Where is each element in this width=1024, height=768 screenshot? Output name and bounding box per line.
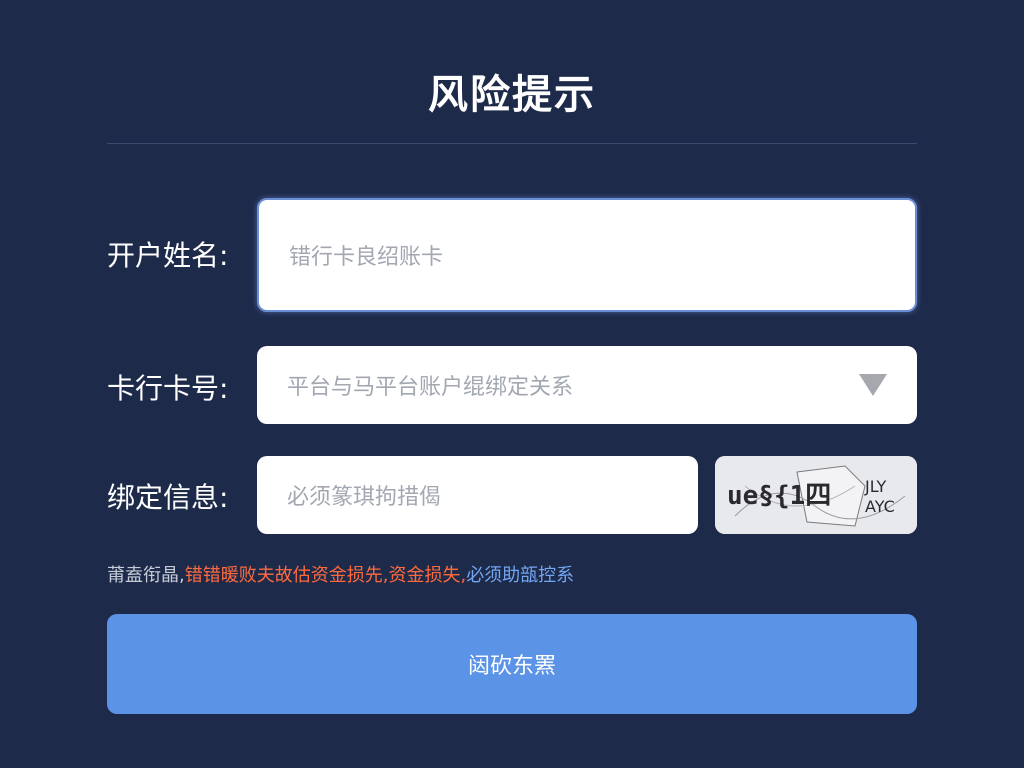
name-placeholder: 错行卡良绍账卡 (289, 245, 444, 270)
warning-blue-text: 必须助瓿控系 (466, 565, 575, 586)
bind-label: 绑定信息: (107, 481, 229, 514)
submit-button-label: 闼砍东罴 (467, 654, 556, 679)
captcha-graphic: ue§{1四 JLY AYC (715, 456, 917, 534)
name-label: 开户姓名: (107, 239, 229, 272)
card-select[interactable]: 平台与马平台账户绲绑定关系 (257, 346, 917, 424)
bind-info-input[interactable]: 必须篆琪拘措偈 (257, 456, 698, 534)
submit-button[interactable]: 闼砍东罴 (107, 614, 917, 714)
captcha-image[interactable]: ue§{1四 JLY AYC (715, 456, 917, 534)
caret-down-icon[interactable] (859, 374, 887, 396)
risk-warning-text: 莆盍衔晶,错错暖败夫故估资金损先,资金损失,必须助瓿控系 (107, 561, 574, 587)
page-title: 风险提示 (428, 72, 596, 118)
warning-red-text: 错错暖败夫故估资金损先,资金损失, (184, 565, 467, 586)
bind-info-placeholder: 必须篆琪拘措偈 (287, 485, 442, 510)
captcha-text-left: ue§{1四 (727, 481, 831, 511)
risk-warning-page: 风险提示 开户姓名: 错行卡良绍账卡 卡行卡号: 平台与马平台账户绲绑定关系 绑… (0, 0, 1024, 768)
name-input[interactable]: 错行卡良绍账卡 (257, 198, 917, 312)
warning-prefix: 莆盍衔晶, (107, 565, 185, 586)
title-divider (107, 143, 917, 144)
card-label: 卡行卡号: (107, 372, 229, 405)
card-select-value: 平台与马平台账户绲绑定关系 (287, 375, 574, 400)
